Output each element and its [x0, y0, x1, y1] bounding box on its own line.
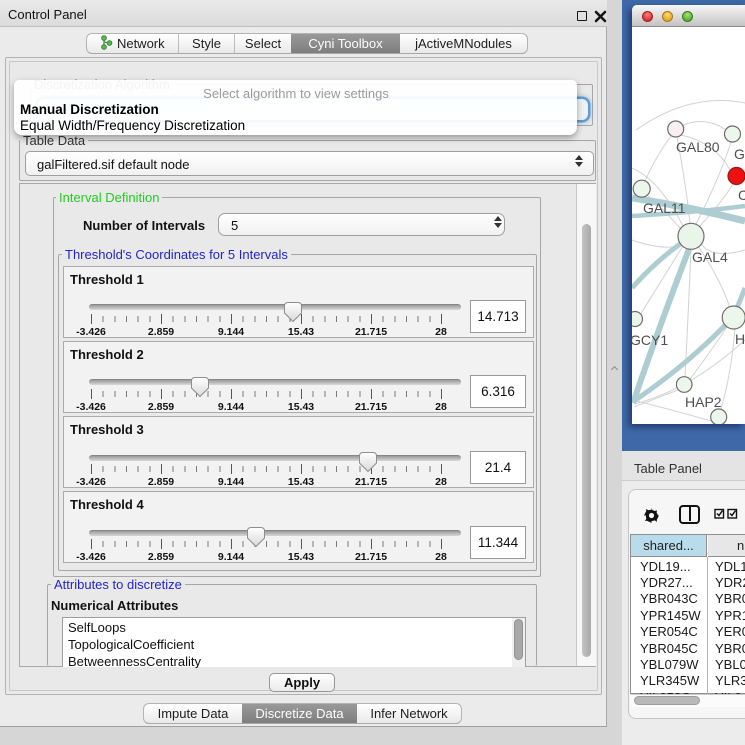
svg-text:GAL11: GAL11 [643, 200, 686, 216]
svg-text:GAL80: GAL80 [676, 139, 720, 155]
svg-text:CY: CY [738, 187, 745, 203]
svg-text:HI: HI [735, 331, 745, 347]
svg-text:GA: GA [734, 146, 745, 162]
svg-text:GCY1: GCY1 [632, 332, 668, 348]
svg-text:GAL4: GAL4 [692, 249, 728, 265]
svg-text:HAP2: HAP2 [685, 394, 722, 410]
